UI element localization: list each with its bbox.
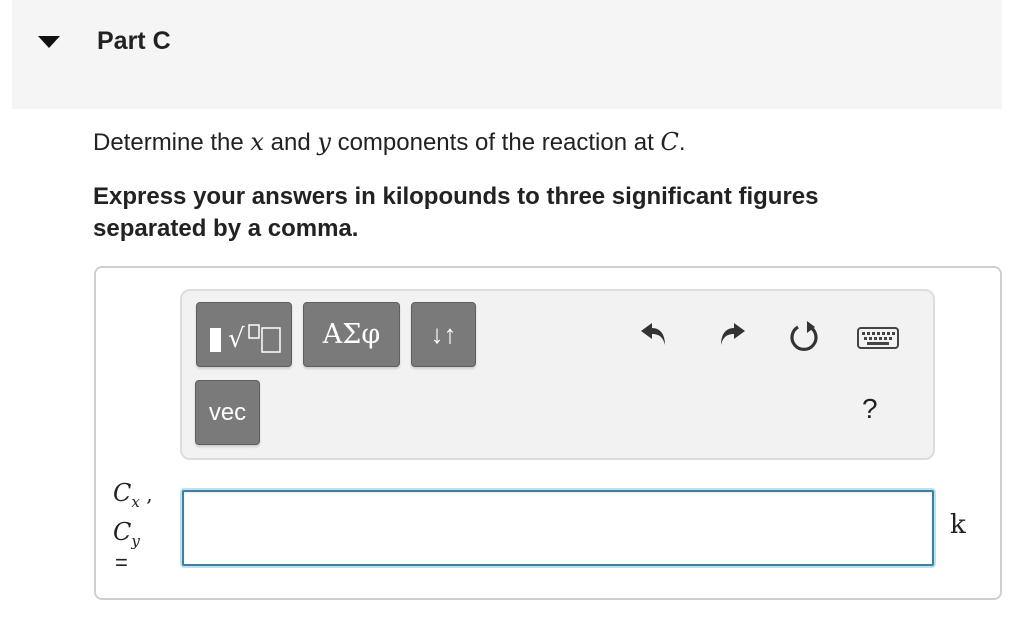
math-toolbar [180,289,935,460]
vector-button[interactable]: vec [195,380,260,445]
collapse-caret-icon[interactable] [38,36,60,48]
keyboard-icon [857,327,899,349]
templates-icon: √ [210,324,281,354]
reset-icon [790,321,818,351]
keyboard-button[interactable] [856,324,900,352]
part-title: Part C [97,27,171,55]
equals-sign: = [115,550,128,575]
greek-symbols-button[interactable]: ΑΣφ [303,302,400,367]
svg-text:√: √ [228,324,245,354]
reset-button[interactable] [786,316,822,356]
undo-icon [641,323,665,345]
subscript-superscript-button[interactable]: ↓↑ [411,302,476,367]
help-button[interactable]: ? [862,393,878,425]
undo-button[interactable] [636,316,672,352]
redo-button[interactable] [714,316,750,352]
unit-label: k [950,510,966,540]
redo-icon [721,323,745,345]
answer-input[interactable] [182,490,934,566]
question-text: Determine the x and y components of the … [93,128,686,156]
answer-variable-label: Cx , Cy [113,479,153,550]
answer-instructions: Express your answers in kilopounds to th… [93,183,819,242]
templates-button[interactable]: √ [196,302,292,367]
